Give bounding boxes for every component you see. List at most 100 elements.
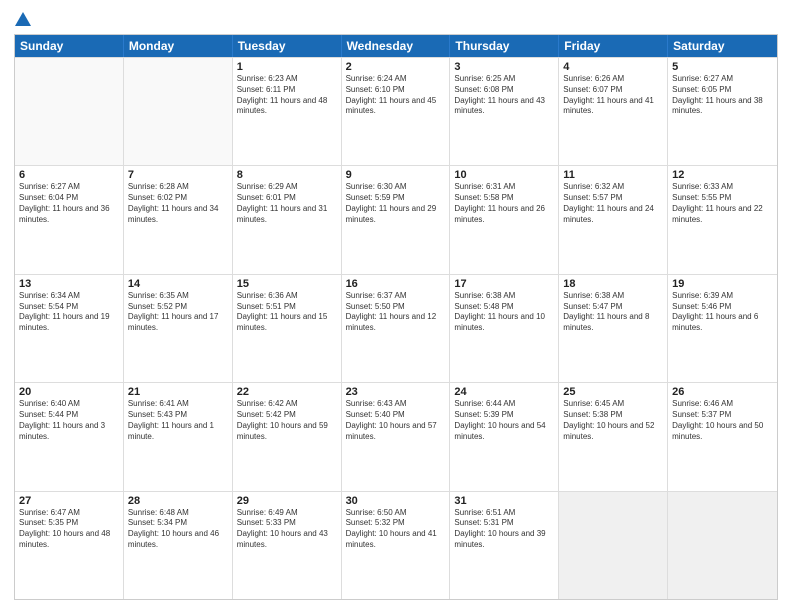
- cell-info: Sunrise: 6:44 AMSunset: 5:39 PMDaylight:…: [454, 399, 554, 442]
- calendar-cell: 21Sunrise: 6:41 AMSunset: 5:43 PMDayligh…: [124, 383, 233, 490]
- day-number: 11: [563, 169, 663, 181]
- day-number: 7: [128, 169, 228, 181]
- day-number: 12: [672, 169, 773, 181]
- calendar-cell: 28Sunrise: 6:48 AMSunset: 5:34 PMDayligh…: [124, 492, 233, 599]
- cell-info: Sunrise: 6:29 AMSunset: 6:01 PMDaylight:…: [237, 182, 337, 225]
- cell-info: Sunrise: 6:49 AMSunset: 5:33 PMDaylight:…: [237, 508, 337, 551]
- calendar-cell: 29Sunrise: 6:49 AMSunset: 5:33 PMDayligh…: [233, 492, 342, 599]
- calendar-cell: [559, 492, 668, 599]
- header: [14, 12, 778, 26]
- day-number: 29: [237, 495, 337, 507]
- calendar-cell: 10Sunrise: 6:31 AMSunset: 5:58 PMDayligh…: [450, 166, 559, 273]
- cell-info: Sunrise: 6:51 AMSunset: 5:31 PMDaylight:…: [454, 508, 554, 551]
- calendar-cell: 4Sunrise: 6:26 AMSunset: 6:07 PMDaylight…: [559, 58, 668, 165]
- cell-info: Sunrise: 6:50 AMSunset: 5:32 PMDaylight:…: [346, 508, 446, 551]
- cell-info: Sunrise: 6:40 AMSunset: 5:44 PMDaylight:…: [19, 399, 119, 442]
- cell-info: Sunrise: 6:31 AMSunset: 5:58 PMDaylight:…: [454, 182, 554, 225]
- calendar-row: 6Sunrise: 6:27 AMSunset: 6:04 PMDaylight…: [15, 165, 777, 273]
- day-number: 2: [346, 61, 446, 73]
- calendar-header-cell: Friday: [559, 35, 668, 57]
- day-number: 16: [346, 278, 446, 290]
- calendar-cell: 24Sunrise: 6:44 AMSunset: 5:39 PMDayligh…: [450, 383, 559, 490]
- cell-info: Sunrise: 6:42 AMSunset: 5:42 PMDaylight:…: [237, 399, 337, 442]
- calendar-cell: 27Sunrise: 6:47 AMSunset: 5:35 PMDayligh…: [15, 492, 124, 599]
- day-number: 6: [19, 169, 119, 181]
- cell-info: Sunrise: 6:48 AMSunset: 5:34 PMDaylight:…: [128, 508, 228, 551]
- cell-info: Sunrise: 6:27 AMSunset: 6:05 PMDaylight:…: [672, 74, 773, 117]
- day-number: 21: [128, 386, 228, 398]
- calendar-cell: 20Sunrise: 6:40 AMSunset: 5:44 PMDayligh…: [15, 383, 124, 490]
- calendar-cell: [15, 58, 124, 165]
- day-number: 18: [563, 278, 663, 290]
- calendar-cell: 19Sunrise: 6:39 AMSunset: 5:46 PMDayligh…: [668, 275, 777, 382]
- logo: [14, 12, 32, 26]
- day-number: 17: [454, 278, 554, 290]
- day-number: 14: [128, 278, 228, 290]
- day-number: 3: [454, 61, 554, 73]
- calendar-header-cell: Tuesday: [233, 35, 342, 57]
- day-number: 20: [19, 386, 119, 398]
- cell-info: Sunrise: 6:27 AMSunset: 6:04 PMDaylight:…: [19, 182, 119, 225]
- calendar-header-cell: Monday: [124, 35, 233, 57]
- day-number: 1: [237, 61, 337, 73]
- day-number: 26: [672, 386, 773, 398]
- cell-info: Sunrise: 6:32 AMSunset: 5:57 PMDaylight:…: [563, 182, 663, 225]
- cell-info: Sunrise: 6:23 AMSunset: 6:11 PMDaylight:…: [237, 74, 337, 117]
- cell-info: Sunrise: 6:38 AMSunset: 5:47 PMDaylight:…: [563, 291, 663, 334]
- cell-info: Sunrise: 6:35 AMSunset: 5:52 PMDaylight:…: [128, 291, 228, 334]
- calendar-cell: [668, 492, 777, 599]
- page: SundayMondayTuesdayWednesdayThursdayFrid…: [0, 0, 792, 612]
- day-number: 30: [346, 495, 446, 507]
- calendar-cell: 9Sunrise: 6:30 AMSunset: 5:59 PMDaylight…: [342, 166, 451, 273]
- calendar-cell: 15Sunrise: 6:36 AMSunset: 5:51 PMDayligh…: [233, 275, 342, 382]
- calendar-header: SundayMondayTuesdayWednesdayThursdayFrid…: [15, 35, 777, 57]
- calendar-cell: 16Sunrise: 6:37 AMSunset: 5:50 PMDayligh…: [342, 275, 451, 382]
- calendar-cell: 12Sunrise: 6:33 AMSunset: 5:55 PMDayligh…: [668, 166, 777, 273]
- cell-info: Sunrise: 6:34 AMSunset: 5:54 PMDaylight:…: [19, 291, 119, 334]
- calendar-row: 20Sunrise: 6:40 AMSunset: 5:44 PMDayligh…: [15, 382, 777, 490]
- calendar-cell: 8Sunrise: 6:29 AMSunset: 6:01 PMDaylight…: [233, 166, 342, 273]
- day-number: 5: [672, 61, 773, 73]
- cell-info: Sunrise: 6:25 AMSunset: 6:08 PMDaylight:…: [454, 74, 554, 117]
- calendar-cell: 6Sunrise: 6:27 AMSunset: 6:04 PMDaylight…: [15, 166, 124, 273]
- calendar-cell: 7Sunrise: 6:28 AMSunset: 6:02 PMDaylight…: [124, 166, 233, 273]
- calendar-cell: 18Sunrise: 6:38 AMSunset: 5:47 PMDayligh…: [559, 275, 668, 382]
- day-number: 10: [454, 169, 554, 181]
- day-number: 25: [563, 386, 663, 398]
- logo-triangle-icon: [15, 12, 31, 26]
- logo-text: [14, 12, 32, 26]
- day-number: 9: [346, 169, 446, 181]
- calendar-cell: 5Sunrise: 6:27 AMSunset: 6:05 PMDaylight…: [668, 58, 777, 165]
- cell-info: Sunrise: 6:28 AMSunset: 6:02 PMDaylight:…: [128, 182, 228, 225]
- day-number: 24: [454, 386, 554, 398]
- calendar-header-cell: Saturday: [668, 35, 777, 57]
- day-number: 27: [19, 495, 119, 507]
- day-number: 13: [19, 278, 119, 290]
- day-number: 19: [672, 278, 773, 290]
- cell-info: Sunrise: 6:33 AMSunset: 5:55 PMDaylight:…: [672, 182, 773, 225]
- day-number: 8: [237, 169, 337, 181]
- calendar-cell: [124, 58, 233, 165]
- calendar-header-cell: Thursday: [450, 35, 559, 57]
- day-number: 15: [237, 278, 337, 290]
- cell-info: Sunrise: 6:39 AMSunset: 5:46 PMDaylight:…: [672, 291, 773, 334]
- cell-info: Sunrise: 6:41 AMSunset: 5:43 PMDaylight:…: [128, 399, 228, 442]
- calendar-cell: 13Sunrise: 6:34 AMSunset: 5:54 PMDayligh…: [15, 275, 124, 382]
- calendar-cell: 26Sunrise: 6:46 AMSunset: 5:37 PMDayligh…: [668, 383, 777, 490]
- day-number: 23: [346, 386, 446, 398]
- calendar-row: 1Sunrise: 6:23 AMSunset: 6:11 PMDaylight…: [15, 57, 777, 165]
- calendar-cell: 23Sunrise: 6:43 AMSunset: 5:40 PMDayligh…: [342, 383, 451, 490]
- calendar-header-cell: Wednesday: [342, 35, 451, 57]
- calendar-cell: 3Sunrise: 6:25 AMSunset: 6:08 PMDaylight…: [450, 58, 559, 165]
- calendar-cell: 22Sunrise: 6:42 AMSunset: 5:42 PMDayligh…: [233, 383, 342, 490]
- cell-info: Sunrise: 6:36 AMSunset: 5:51 PMDaylight:…: [237, 291, 337, 334]
- calendar-row: 27Sunrise: 6:47 AMSunset: 5:35 PMDayligh…: [15, 491, 777, 599]
- calendar-row: 13Sunrise: 6:34 AMSunset: 5:54 PMDayligh…: [15, 274, 777, 382]
- calendar-cell: 1Sunrise: 6:23 AMSunset: 6:11 PMDaylight…: [233, 58, 342, 165]
- day-number: 22: [237, 386, 337, 398]
- day-number: 4: [563, 61, 663, 73]
- calendar-body: 1Sunrise: 6:23 AMSunset: 6:11 PMDaylight…: [15, 57, 777, 599]
- calendar-cell: 2Sunrise: 6:24 AMSunset: 6:10 PMDaylight…: [342, 58, 451, 165]
- day-number: 28: [128, 495, 228, 507]
- calendar-header-cell: Sunday: [15, 35, 124, 57]
